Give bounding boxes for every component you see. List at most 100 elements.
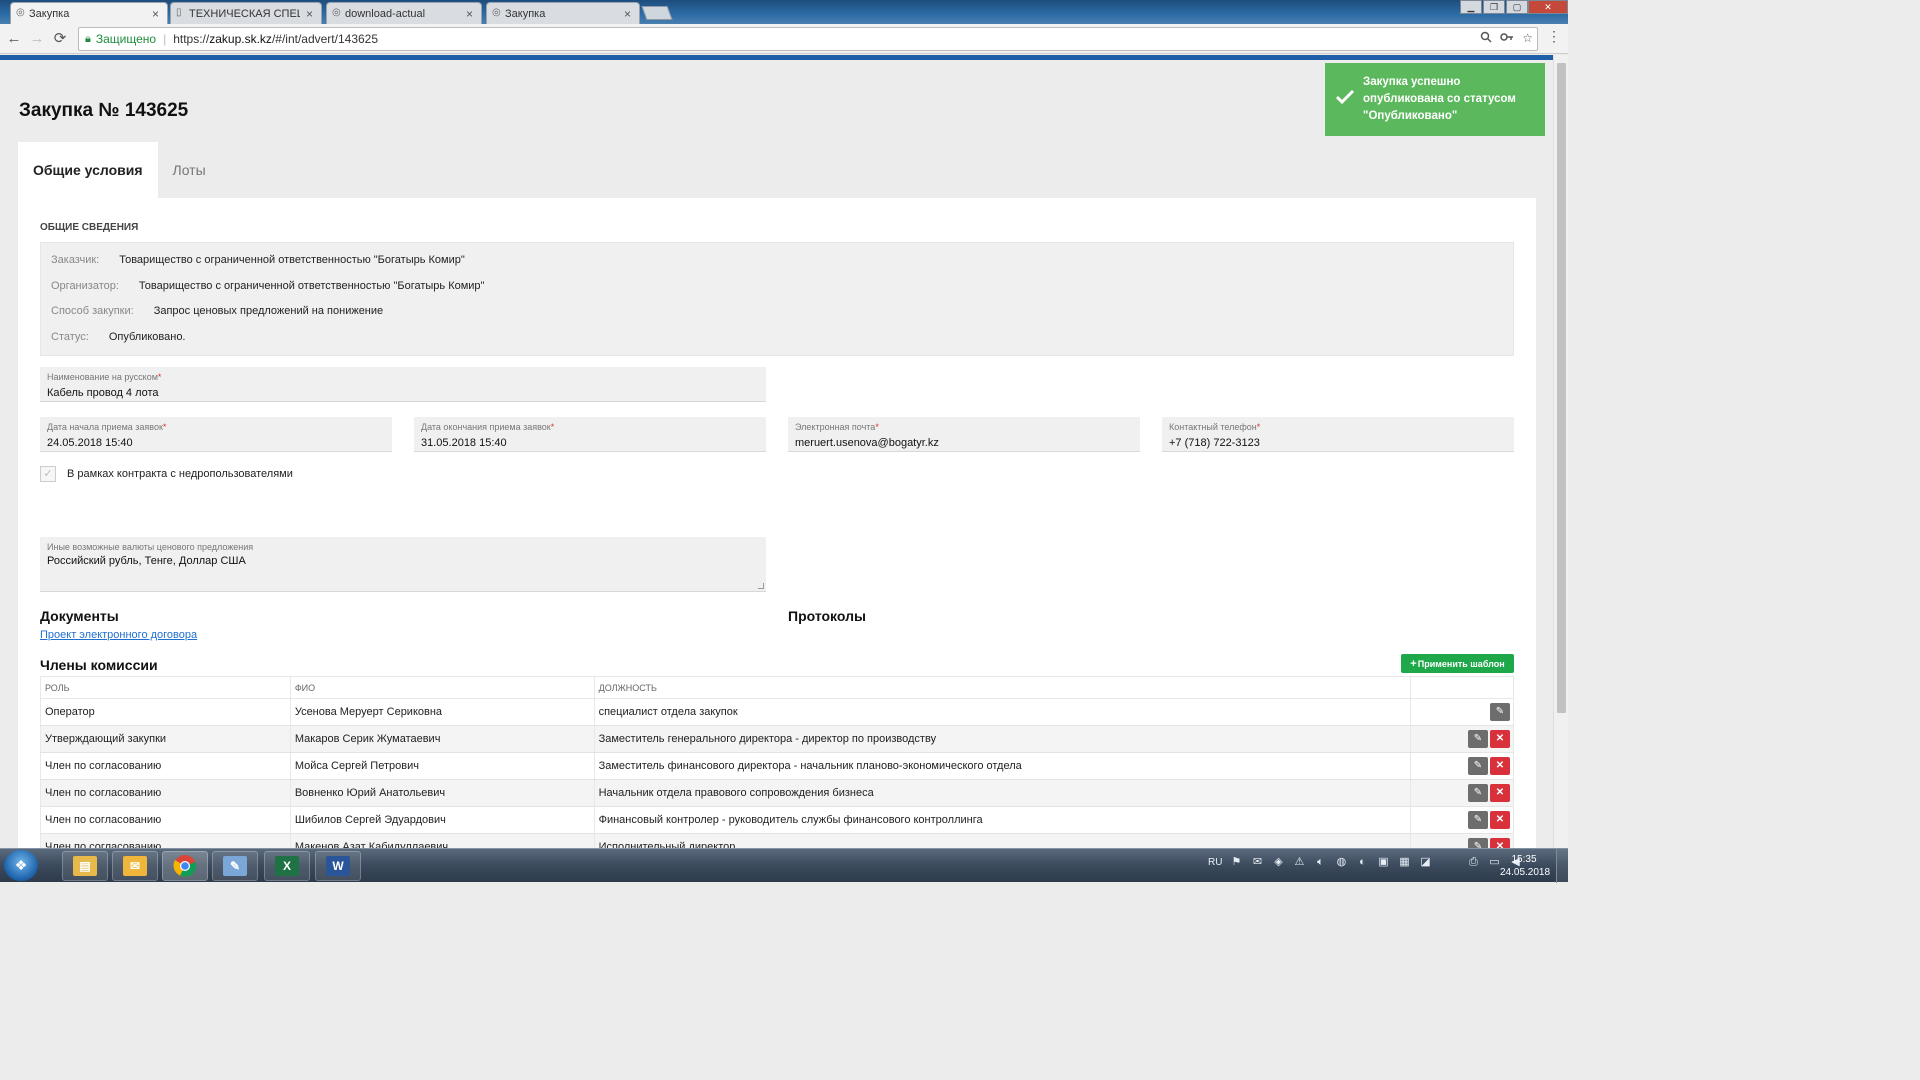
end-date-field[interactable]: Дата окончания приема заявок* 31.05.2018…	[414, 417, 766, 452]
pencil-icon[interactable]: ✎	[1490, 703, 1510, 721]
procurement-method-row: Способ закупки: Запрос ценовых предложени…	[51, 305, 383, 317]
position-cell: Начальник отдела правового сопровождения…	[593, 779, 1412, 807]
contract-draft-link[interactable]: Проект электронного договора	[40, 629, 197, 641]
success-toast[interactable]: Закупка успешно опубликована со статусом…	[1325, 63, 1545, 136]
delete-icon[interactable]: ✕	[1490, 757, 1510, 775]
page-scrollbar[interactable]	[1553, 55, 1568, 848]
checkmark-icon: ✓	[43, 468, 53, 480]
flag-icon[interactable]: ⚑	[1229, 855, 1243, 869]
toast-message: Закупка успешно опубликована со статусом…	[1363, 76, 1516, 122]
zoom-icon[interactable]	[1480, 31, 1492, 46]
network-icon[interactable]: ◐	[1355, 855, 1369, 869]
tab-close-icon[interactable]: ×	[624, 7, 631, 21]
app-tray-icon[interactable]: ▦	[1397, 855, 1411, 869]
position-cell: Заместитель генерального директора - дир…	[593, 725, 1412, 753]
position-cell: Заместитель финансового директора - нача…	[593, 752, 1412, 780]
resize-handle[interactable]	[758, 583, 764, 589]
pencil-icon[interactable]: ✎	[1468, 811, 1488, 829]
browser-tab[interactable]: ◎ download-actual ×	[326, 2, 482, 24]
pencil-icon[interactable]: ✎	[1468, 757, 1488, 775]
field-value: 31.05.2018 15:40	[421, 437, 507, 449]
table-row: Член по согласованию Шибилов Сергей Эдуа…	[40, 806, 1514, 834]
start-button[interactable]: ❖	[4, 850, 38, 881]
protocols-heading: Протоколы	[788, 608, 866, 624]
subsoil-contract-checkbox-row: ✓ В рамках контракта с недропользователя…	[40, 466, 293, 482]
excel-taskbar-button[interactable]: X	[264, 851, 310, 881]
scrollbar-thumb[interactable]	[1557, 63, 1566, 713]
language-indicator[interactable]: RU	[1208, 857, 1222, 868]
app-tray-icon[interactable]: ◍	[1334, 855, 1348, 869]
actions-cell: ✎ ✕	[1410, 725, 1514, 753]
plus-icon: +	[1410, 657, 1417, 670]
role-cell: Член по согласованию	[40, 752, 291, 780]
url-text[interactable]: https://zakup.sk.kz/#/int/advert/143625	[173, 32, 378, 46]
delete-icon[interactable]: ✕	[1490, 730, 1510, 748]
browser-tab[interactable]: ◎ Закупка ×	[10, 2, 168, 24]
column-header-position: ДОЛЖНОСТЬ	[593, 676, 1412, 699]
subsoil-contract-label: В рамках контракта с недропользователями	[67, 468, 293, 480]
subsoil-contract-checkbox[interactable]: ✓	[40, 466, 56, 482]
clock-date: 24.05.2018	[1500, 867, 1551, 878]
currencies-textarea[interactable]: Иные возможные валюты ценового предложен…	[40, 537, 766, 592]
page-title: Закупка № 143625	[19, 100, 189, 121]
tab-close-icon[interactable]: ×	[306, 7, 313, 21]
table-row: Утверждающий закупки Макаров Серик Жумат…	[40, 725, 1514, 753]
reload-icon[interactable]: ⟳	[51, 30, 69, 48]
globe-icon: ◎	[492, 7, 501, 18]
name-ru-field[interactable]: Наименование на русском* Кабель провод 4…	[40, 367, 766, 402]
system-tray: RU ⚑ ✉ ◈ ⚠ 🔈︎ ◍ ◐ ▣ ▦ ◪ ⎙ ▭ ◀	[1208, 855, 1522, 869]
tab-general-conditions[interactable]: Общие условия	[18, 142, 158, 198]
address-bar[interactable]: 🔒︎ Защищено | https://zakup.sk.kz/#/int/…	[78, 27, 1538, 51]
bookmark-star-icon[interactable]: ☆	[1522, 31, 1533, 46]
new-tab-button[interactable]	[641, 6, 673, 20]
delete-icon[interactable]: ✕	[1490, 811, 1510, 829]
tab-close-icon[interactable]: ×	[152, 7, 159, 21]
close-window-icon[interactable]: ✕	[1528, 0, 1568, 14]
table-header-row: РОЛЬ ФИО ДОЛЖНОСТЬ	[40, 676, 1514, 699]
outlook-taskbar-button[interactable]: ✉	[112, 851, 158, 881]
general-conditions-card: ОБЩИЕ СВЕДЕНИЯ Заказчик: Товарищество с о…	[18, 198, 1536, 848]
browser-tab[interactable]: ▯ ТЕХНИЧЕСКАЯ СПЕЦИФ ×	[170, 2, 322, 24]
name-cell: Вовненко Юрий Анатольевич	[289, 779, 595, 807]
email-field[interactable]: Электронная почта* meruert.usenova@bogat…	[788, 417, 1140, 452]
explorer-taskbar-button[interactable]: ▤	[62, 851, 108, 881]
pencil-icon[interactable]: ✎	[1468, 784, 1488, 802]
tab-close-icon[interactable]: ×	[466, 7, 473, 21]
key-icon[interactable]	[1500, 31, 1514, 46]
back-icon[interactable]: ←	[5, 30, 23, 48]
app-tray-icon[interactable]: ◈	[1271, 855, 1285, 869]
browser-tab[interactable]: ◎ Закупка ×	[486, 2, 640, 24]
phone-field[interactable]: Контактный телефон* +7 (718) 722-3123	[1162, 417, 1514, 452]
show-desktop-button[interactable]	[1556, 849, 1568, 883]
chrome-taskbar-button[interactable]	[162, 851, 208, 881]
table-row: Член по согласованию Макенов Азат Кабиду…	[40, 833, 1514, 848]
volume-icon[interactable]: 🔈︎	[1313, 855, 1327, 869]
app-tray-icon[interactable]: ◪	[1418, 855, 1432, 869]
globe-icon: ◎	[332, 7, 341, 18]
printer-icon[interactable]: ⎙	[1466, 855, 1480, 869]
start-date-field[interactable]: Дата начала приема заявок* 24.05.2018 15…	[40, 417, 392, 452]
position-cell: Исполнительный директор	[593, 833, 1412, 848]
apply-template-button[interactable]: + Применить шаблон	[1401, 654, 1514, 673]
app-tray-icon[interactable]: ▣	[1376, 855, 1390, 869]
minimize-icon[interactable]: ▁	[1460, 0, 1482, 14]
mail-tray-icon[interactable]: ✉	[1250, 855, 1264, 869]
url-path: /#/int/advert/143625	[271, 32, 379, 46]
restore-icon[interactable]: ▢	[1506, 0, 1528, 14]
delete-icon[interactable]: ✕	[1490, 838, 1510, 848]
notes-taskbar-button[interactable]: ✎	[212, 851, 258, 881]
restore-icon[interactable]: ❐	[1483, 0, 1505, 14]
pencil-icon[interactable]: ✎	[1468, 730, 1488, 748]
pencil-icon[interactable]: ✎	[1468, 838, 1488, 848]
page-tabs: Общие условия Лоты	[18, 142, 221, 198]
forward-icon[interactable]: →	[28, 30, 46, 48]
warning-icon[interactable]: ⚠	[1292, 855, 1306, 869]
delete-icon[interactable]: ✕	[1490, 784, 1510, 802]
divider: |	[163, 32, 167, 46]
role-cell: Член по согласованию	[40, 806, 291, 834]
word-taskbar-button[interactable]: W	[315, 851, 361, 881]
clock[interactable]: 15:35 24.05.2018	[1500, 853, 1551, 879]
tab-lots[interactable]: Лоты	[158, 142, 221, 198]
menu-icon[interactable]: ⋮	[1547, 28, 1561, 45]
status-label: Статус:	[51, 331, 89, 343]
